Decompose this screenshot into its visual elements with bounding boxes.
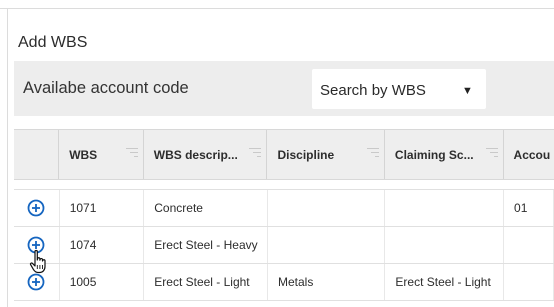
- column-header-discipline[interactable]: Discipline: [267, 129, 385, 180]
- account-code-label: Availabe account code: [23, 79, 189, 97]
- filter-icon[interactable]: [485, 148, 498, 158]
- cell-discipline: Metals: [267, 263, 386, 301]
- cell-discipline: [267, 226, 386, 264]
- cell-account: [503, 226, 554, 264]
- add-cell: [14, 263, 60, 301]
- table-row: 1005 Erect Steel - Light Metals Erect St…: [14, 263, 554, 301]
- plus-circle-icon[interactable]: [27, 236, 45, 254]
- add-cell: [14, 189, 60, 227]
- cell-wbs: 1005: [59, 263, 145, 301]
- dialog-top-border: [0, 8, 554, 9]
- plus-circle-icon[interactable]: [27, 273, 45, 291]
- plus-circle-icon[interactable]: [27, 199, 45, 217]
- cell-description: Erect Steel - Light: [143, 263, 268, 301]
- cell-description: Erect Steel - Heavy: [143, 226, 268, 264]
- table-row: 1074 Erect Steel - Heavy: [14, 226, 554, 264]
- grid-header-row: WBS WBS descrip... Discipline Claiming S…: [14, 129, 554, 180]
- cell-claiming: Erect Steel - Light: [384, 263, 505, 301]
- grid-header-spacer: [14, 179, 554, 190]
- cell-claiming: [384, 189, 505, 227]
- cell-account: 01: [503, 189, 554, 227]
- add-cell: [14, 226, 60, 264]
- cell-claiming: [384, 226, 505, 264]
- filter-icon[interactable]: [366, 148, 379, 158]
- column-header-wbs[interactable]: WBS: [59, 129, 144, 180]
- column-header-wbs-description[interactable]: WBS descrip...: [143, 129, 268, 180]
- table-row: 1071 Concrete 01: [14, 189, 554, 227]
- filter-icon[interactable]: [249, 148, 262, 158]
- cell-description: Concrete: [143, 189, 268, 227]
- cell-wbs: 1071: [59, 189, 145, 227]
- dialog-left-border: [7, 8, 8, 307]
- cell-wbs: 1074: [59, 226, 145, 264]
- filter-icon[interactable]: [125, 148, 138, 158]
- cell-account: [503, 263, 554, 301]
- column-header-label: Accou: [513, 147, 551, 162]
- account-code-bar: Availabe account code Search by WBS ▼: [14, 61, 554, 116]
- cell-discipline: [267, 189, 386, 227]
- wbs-grid: WBS WBS descrip... Discipline Claiming S…: [14, 129, 554, 301]
- column-header-actions: [14, 129, 60, 180]
- dialog-title: Add WBS: [18, 34, 88, 51]
- column-header-account[interactable]: Accou: [503, 129, 554, 180]
- column-header-claiming-scheme[interactable]: Claiming Sc...: [384, 129, 504, 180]
- caret-down-icon: ▼: [462, 85, 473, 97]
- search-by-value: Search by WBS: [320, 82, 426, 99]
- search-by-select[interactable]: Search by WBS ▼: [312, 69, 486, 109]
